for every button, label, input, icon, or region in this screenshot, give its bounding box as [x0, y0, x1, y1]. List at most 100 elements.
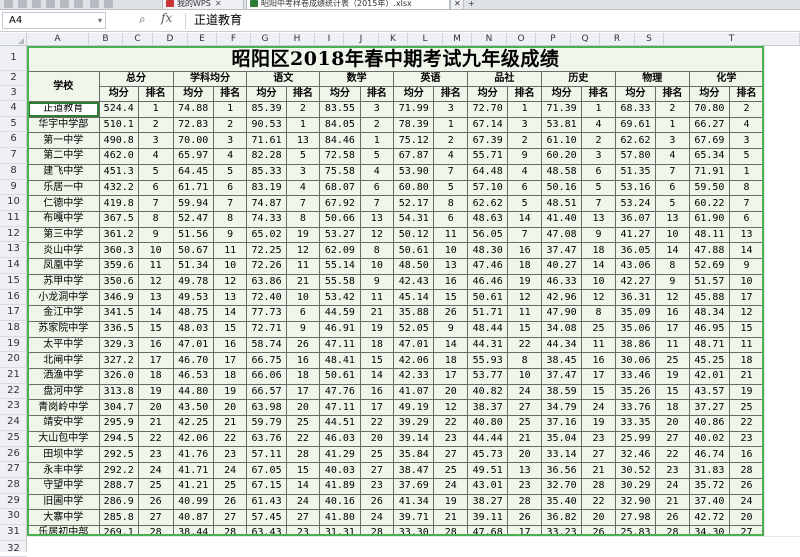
- avg-score-cell[interactable]: 65.02: [246, 226, 287, 244]
- rank-cell[interactable]: 10: [729, 273, 764, 291]
- rank-cell[interactable]: 19: [581, 415, 616, 432]
- avg-score-cell[interactable]: 54.31: [393, 210, 435, 228]
- row-header-15[interactable]: 15: [0, 274, 27, 290]
- rank-cell[interactable]: 9: [729, 258, 764, 275]
- avg-score-cell[interactable]: 42.33: [393, 367, 435, 385]
- rank-cell[interactable]: 14: [137, 305, 174, 322]
- avg-score-cell[interactable]: 66.57: [246, 383, 287, 401]
- avg-score-cell[interactable]: 48.34: [688, 305, 731, 322]
- avg-score-cell[interactable]: 46.95: [688, 320, 731, 338]
- avg-score-cell[interactable]: 360.3: [98, 242, 139, 260]
- avg-score-cell[interactable]: 48.71: [688, 336, 731, 354]
- avg-score-cell[interactable]: 44.51: [319, 415, 361, 432]
- rank-cell[interactable]: 20: [729, 509, 764, 526]
- rank-cell[interactable]: 28: [507, 493, 542, 511]
- rank-cell[interactable]: 9: [433, 320, 468, 338]
- avg-score-cell[interactable]: 48.58: [540, 163, 583, 181]
- rank-cell[interactable]: 4: [137, 148, 174, 165]
- avg-score-cell[interactable]: 67.69: [688, 132, 731, 150]
- rank-cell[interactable]: 27: [212, 509, 248, 526]
- close-tab-icon[interactable]: ✕: [215, 0, 222, 8]
- avg-score-cell[interactable]: 326.0: [98, 367, 139, 385]
- rank-cell[interactable]: 14: [507, 210, 542, 228]
- row-header-1[interactable]: 1: [0, 46, 27, 71]
- avg-score-cell[interactable]: 64.48: [466, 163, 509, 181]
- school-name-cell[interactable]: 守望中学: [27, 477, 100, 495]
- avg-score-cell[interactable]: 75.12: [393, 132, 435, 150]
- rank-cell[interactable]: 22: [433, 415, 468, 432]
- rank-cell[interactable]: 12: [212, 273, 248, 291]
- avg-score-cell[interactable]: 63.98: [246, 399, 287, 417]
- rank-cell[interactable]: 26: [729, 477, 764, 495]
- rank-cell[interactable]: 2: [359, 116, 395, 134]
- avg-score-cell[interactable]: 36.05: [614, 242, 657, 260]
- avg-score-cell[interactable]: 37.47: [540, 367, 583, 385]
- avg-score-cell[interactable]: 67.15: [246, 477, 287, 495]
- school-name-cell[interactable]: 太平中学: [27, 336, 100, 354]
- school-name-cell[interactable]: 第二中学: [27, 148, 100, 165]
- avg-score-cell[interactable]: 34.08: [540, 320, 583, 338]
- avg-score-cell[interactable]: 432.2: [98, 179, 139, 197]
- school-name-cell[interactable]: 盘河中学: [27, 383, 100, 401]
- avg-score-cell[interactable]: 295.9: [98, 415, 139, 432]
- name-box[interactable]: A4 ▾: [2, 12, 106, 29]
- zoom-icon[interactable]: ⌕: [139, 12, 146, 27]
- avg-score-cell[interactable]: 37.27: [688, 399, 731, 417]
- avg-score-cell[interactable]: 313.8: [98, 383, 139, 401]
- avg-score-cell[interactable]: 42.01: [688, 367, 731, 385]
- column-header-f[interactable]: F: [217, 33, 251, 46]
- subject-header[interactable]: 英语: [393, 71, 468, 87]
- rank-cell[interactable]: 20: [581, 509, 616, 526]
- avg-score-cell[interactable]: 68.33: [614, 101, 657, 118]
- row-header-8[interactable]: 8: [0, 164, 27, 180]
- avg-score-cell[interactable]: 67.14: [466, 116, 509, 134]
- avg-score-cell[interactable]: 48.51: [540, 195, 583, 212]
- avg-score-cell[interactable]: 35.88: [393, 305, 435, 322]
- avg-score-cell[interactable]: 27.98: [614, 509, 657, 526]
- avg-score-cell[interactable]: 67.05: [246, 462, 287, 479]
- avg-score-cell[interactable]: 83.19: [246, 179, 287, 197]
- column-header-t[interactable]: T: [664, 33, 800, 46]
- avg-score-cell[interactable]: 44.31: [466, 336, 509, 354]
- rank-cell[interactable]: 10: [359, 258, 395, 275]
- rank-cell[interactable]: 1: [137, 101, 174, 118]
- rank-cell[interactable]: 6: [137, 179, 174, 197]
- avg-score-cell[interactable]: 40.82: [466, 383, 509, 401]
- rank-cell[interactable]: 7: [285, 195, 321, 212]
- avg-score-cell[interactable]: 39.11: [466, 509, 509, 526]
- rank-cell[interactable]: 22: [212, 430, 248, 448]
- avg-score-cell[interactable]: 50.61: [393, 242, 435, 260]
- avg-score-cell[interactable]: 68.07: [319, 179, 361, 197]
- avg-score-cell[interactable]: 50.67: [172, 242, 214, 260]
- rank-cell[interactable]: 8: [507, 352, 542, 369]
- subject-header[interactable]: 历史: [540, 71, 616, 87]
- avg-score-cell[interactable]: 45.25: [688, 352, 731, 369]
- avg-score-cell[interactable]: 47.88: [688, 242, 731, 260]
- rank-cell[interactable]: 20: [433, 383, 468, 401]
- rank-cell[interactable]: 19: [212, 383, 248, 401]
- avg-score-cell[interactable]: 32.90: [614, 493, 657, 511]
- rank-cell[interactable]: 5: [359, 148, 395, 165]
- avg-score-cell[interactable]: 71.61: [246, 132, 287, 150]
- row-header-5[interactable]: 5: [0, 117, 27, 133]
- subject-header[interactable]: 语文: [246, 71, 321, 87]
- row-header-28[interactable]: 28: [0, 478, 27, 494]
- rank-cell[interactable]: 12: [285, 242, 321, 260]
- avg-score-cell[interactable]: 71.39: [540, 101, 583, 118]
- avg-subheader[interactable]: 均分: [614, 86, 657, 102]
- rank-cell[interactable]: 20: [359, 430, 395, 448]
- avg-score-cell[interactable]: 47.01: [393, 336, 435, 354]
- rank-cell[interactable]: 27: [655, 430, 690, 448]
- avg-score-cell[interactable]: 48.44: [466, 320, 509, 338]
- rank-cell[interactable]: 6: [729, 210, 764, 228]
- row-header-22[interactable]: 22: [0, 384, 27, 400]
- rank-cell[interactable]: 15: [359, 352, 395, 369]
- subject-header[interactable]: 总分: [98, 71, 174, 87]
- rank-cell[interactable]: 1: [507, 101, 542, 118]
- avg-score-cell[interactable]: 359.6: [98, 258, 139, 275]
- row-header-9[interactable]: 9: [0, 180, 27, 196]
- avg-score-cell[interactable]: 33.14: [540, 446, 583, 464]
- avg-score-cell[interactable]: 41.21: [172, 477, 214, 495]
- rank-cell[interactable]: 25: [507, 415, 542, 432]
- rank-cell[interactable]: 14: [655, 242, 690, 260]
